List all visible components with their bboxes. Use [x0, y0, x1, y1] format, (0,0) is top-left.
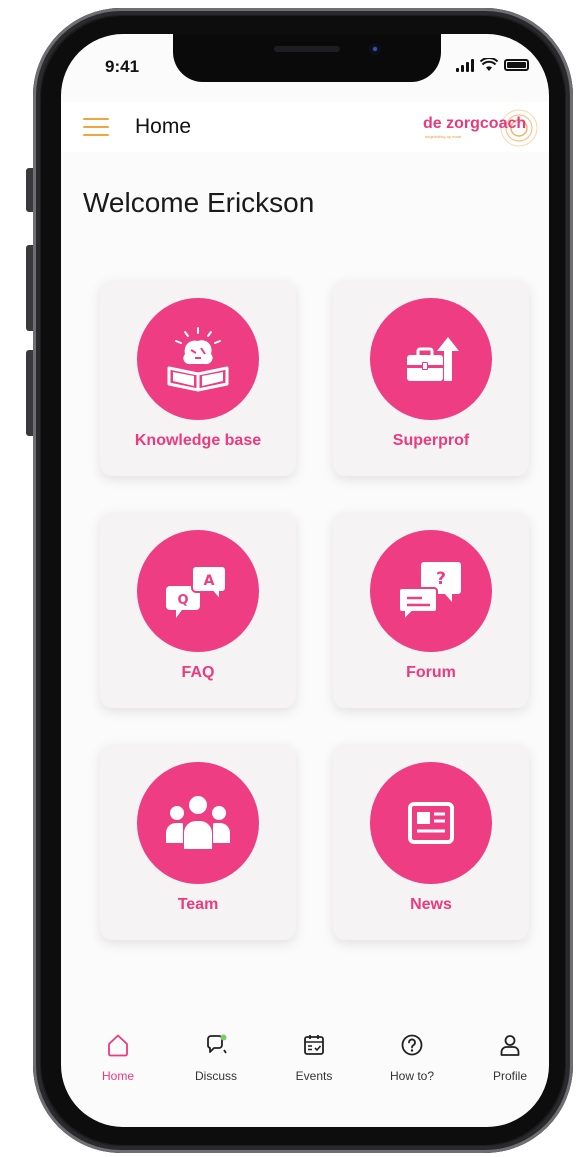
- svg-text:A: A: [204, 573, 215, 589]
- nav-label: Profile: [492, 1069, 527, 1083]
- brand-logo: de zorgcoach begeleiding op maat: [423, 109, 547, 147]
- home-icon: [108, 1034, 128, 1057]
- profile-icon: [500, 1035, 520, 1056]
- help-icon: [401, 1034, 423, 1056]
- qa-bubbles-icon: A Q: [166, 565, 227, 618]
- nav-label: Home: [101, 1069, 134, 1083]
- nav-label: Events: [295, 1069, 333, 1083]
- logo-tagline: begeleiding op maat: [425, 134, 462, 139]
- tile-knowledge-base[interactable]: Knowledge base: [100, 280, 296, 476]
- status-icons: [456, 58, 529, 72]
- tile-faq[interactable]: A Q FAQ: [100, 512, 296, 708]
- team-icon: [166, 796, 230, 849]
- tile-news[interactable]: News: [333, 744, 529, 940]
- svg-text:Q: Q: [177, 593, 188, 608]
- nav-item-discuss[interactable]: Discuss: [176, 1019, 256, 1089]
- tile-label: News: [410, 896, 452, 913]
- app-header: Home de zorgcoach begeleiding op maat: [61, 102, 549, 152]
- discuss-icon: [207, 1034, 227, 1054]
- svg-text:?: ?: [436, 569, 446, 589]
- notch: [173, 34, 441, 82]
- signal-icon: [456, 58, 474, 72]
- tile-superprof[interactable]: Superprof: [333, 280, 529, 476]
- front-camera: [369, 43, 381, 55]
- wifi-icon: [480, 58, 498, 71]
- speaker-grille: [274, 46, 340, 52]
- tile-icon-circle: ?: [370, 530, 492, 652]
- tile-icon-circle: A Q: [137, 530, 259, 652]
- welcome-heading: Welcome Erickson: [83, 187, 315, 218]
- tile-label: Knowledge base: [134, 432, 262, 449]
- status-time: 9:41: [105, 57, 140, 76]
- status-bar: 9:41: [61, 34, 549, 102]
- logo-wordmark: de zorgcoach: [423, 115, 527, 132]
- tile-team[interactable]: Team: [100, 744, 296, 940]
- tile-icon-circle: [137, 762, 259, 884]
- tile-icon-circle: [370, 298, 492, 420]
- tile-label: Team: [177, 896, 219, 913]
- tile-label: FAQ: [181, 664, 215, 681]
- nav-item-events[interactable]: Events: [274, 1019, 354, 1089]
- tile-label: Forum: [406, 664, 456, 681]
- tile-label: Superprof: [392, 432, 470, 449]
- battery-icon: [504, 59, 529, 71]
- app-screen: 9:41 Home de zorgcoach begeleiding op ma…: [61, 34, 549, 1127]
- nav-item-home[interactable]: Home: [78, 1019, 158, 1089]
- calendar-icon: [304, 1035, 324, 1055]
- newspaper-icon: [408, 802, 454, 844]
- nav-label: How to?: [389, 1069, 435, 1083]
- page-title: Home: [135, 115, 192, 138]
- stage: 9:41 Home de zorgcoach begeleiding op ma…: [0, 0, 578, 1157]
- forum-chat-icon: ?: [398, 562, 461, 622]
- hamburger-menu-icon[interactable]: [83, 118, 109, 138]
- bottom-nav: Home Discuss Events How to? Profile: [61, 1019, 549, 1099]
- nav-item-profile[interactable]: Profile: [470, 1019, 549, 1089]
- nav-item-how-to[interactable]: How to?: [372, 1019, 452, 1089]
- tile-icon-circle: [370, 762, 492, 884]
- briefcase-arrow-icon: [407, 337, 459, 381]
- nav-label: Discuss: [194, 1069, 237, 1083]
- knowledge-book-icon: [167, 327, 229, 392]
- tile-forum[interactable]: ? Forum: [333, 512, 529, 708]
- tile-icon-circle: [137, 298, 259, 420]
